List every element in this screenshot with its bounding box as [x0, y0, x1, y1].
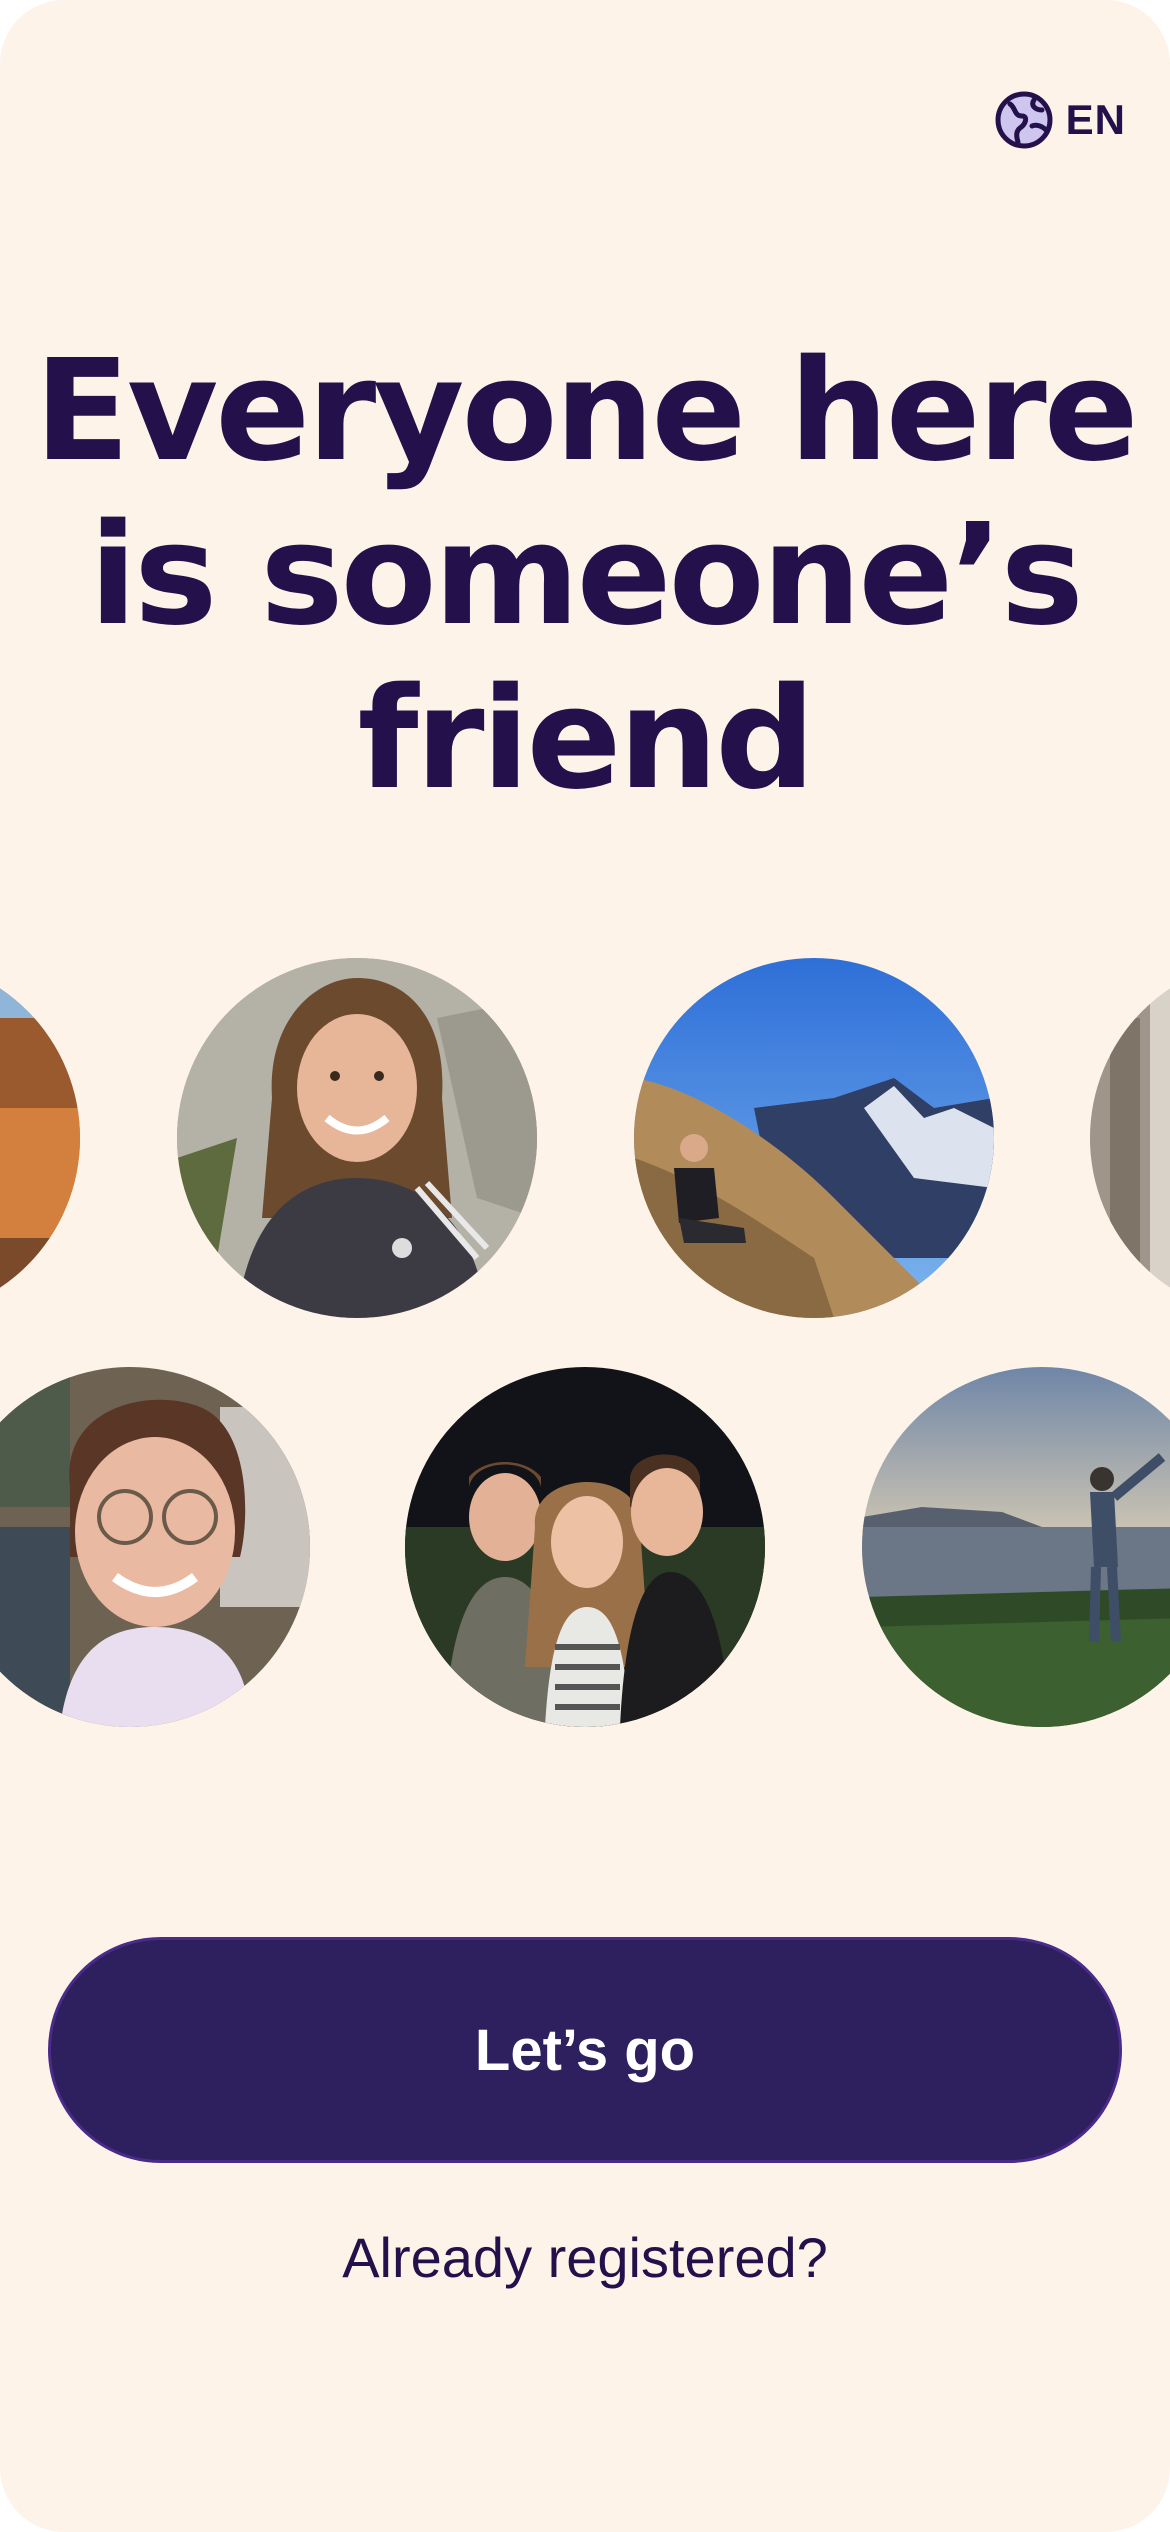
photo-circle-three-friends — [405, 1367, 765, 1727]
photo-circle-woman-glasses — [0, 1367, 310, 1727]
globe-icon — [995, 91, 1053, 149]
welcome-screen: EN Everyone here is someone’s friend Let… — [0, 0, 1170, 2532]
headline-line-1: Everyone here — [34, 330, 1138, 493]
lets-go-label: Let’s go — [474, 2017, 696, 2083]
already-registered-link[interactable]: Already registered? — [0, 2225, 1170, 2290]
headline-line-2: is someone’s — [89, 494, 1084, 657]
headline-line-3: friend — [357, 658, 816, 821]
language-selector[interactable]: EN — [994, 90, 1126, 150]
photo-circle-partial-right — [1090, 958, 1170, 1318]
photo-circle-mountain — [634, 958, 994, 1318]
language-code: EN — [1065, 96, 1126, 143]
photo-circle-partial-left — [0, 958, 80, 1318]
photo-circle-seaside — [862, 1367, 1170, 1727]
page-title: Everyone here is someone’s friend — [0, 330, 1170, 822]
photo-circle-man-long-hair — [177, 958, 537, 1318]
lets-go-button[interactable]: Let’s go — [48, 1937, 1122, 2163]
